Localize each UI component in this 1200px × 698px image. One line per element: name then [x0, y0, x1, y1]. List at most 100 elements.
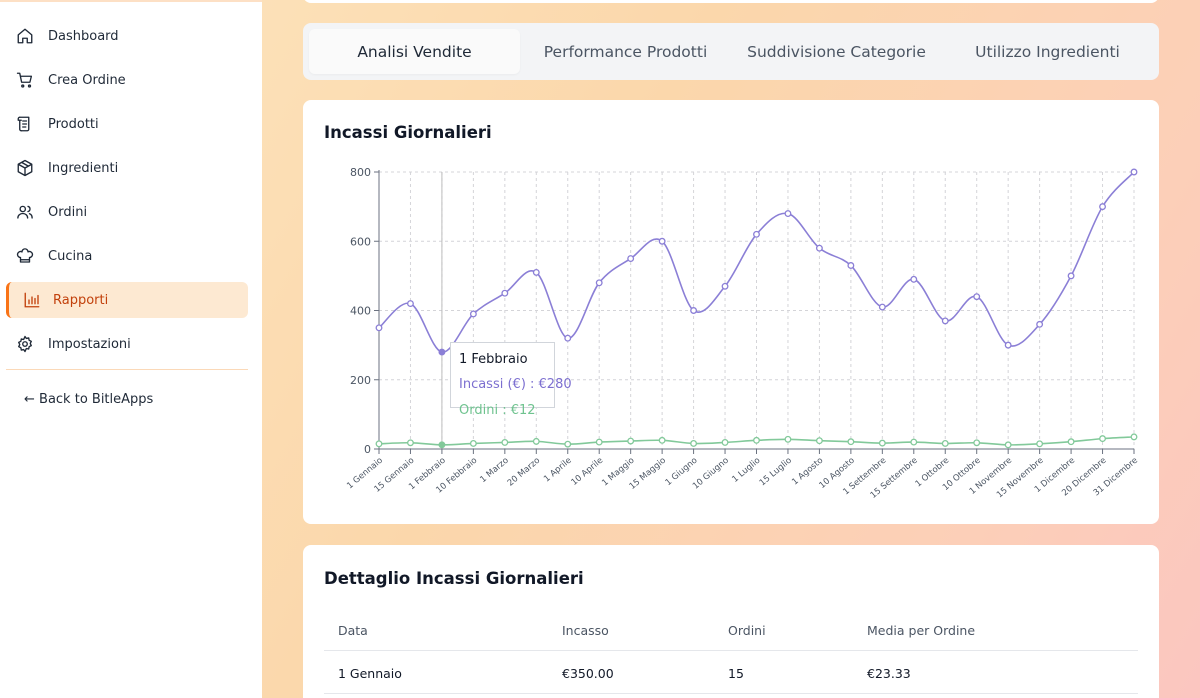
data-point: [1130, 168, 1138, 176]
data-point: [690, 307, 698, 314]
data-point: [690, 440, 698, 447]
col-header-data: Data: [338, 623, 368, 638]
col-header-ordini: Ordini: [728, 623, 766, 638]
x-tick-label: 15 Luglio: [758, 456, 794, 489]
cell-media: €23.33: [867, 666, 911, 681]
sidebar-item-ordini[interactable]: Ordini: [6, 194, 248, 230]
data-point: [469, 310, 477, 318]
sidebar-item-dashboard[interactable]: Dashboard: [6, 18, 248, 54]
back-to-bitleapps-link[interactable]: ← Back to BitleApps: [24, 392, 153, 407]
sidebar-item-label: Crea Ordine: [48, 72, 126, 88]
chart-card: Incassi Giornalieri 0 200 400 600 800 1 Genna…: [303, 100, 1159, 524]
data-point: [1067, 272, 1075, 280]
data-point: [1036, 320, 1044, 328]
data-point: [847, 262, 855, 269]
cart-icon: [16, 71, 34, 89]
data-point: [501, 438, 509, 446]
data-point: [784, 210, 792, 217]
data-point: [658, 436, 666, 444]
data-point: [973, 293, 981, 301]
data-point: [532, 268, 540, 276]
data-point: [721, 282, 729, 290]
data-point: [815, 437, 823, 445]
cell-ordini: 15: [728, 666, 744, 681]
table-header-row: Data Incasso Ordini Media per Ordine: [324, 609, 1138, 651]
data-point: [910, 438, 918, 446]
table-card: Dettaglio Incassi Giornalieri Data Incas…: [303, 545, 1159, 698]
data-point: [847, 438, 855, 446]
y-tick-label: 800: [350, 166, 371, 179]
sidebar-item-crea-ordine[interactable]: Crea Ordine: [6, 62, 248, 98]
data-point: [878, 439, 886, 447]
sidebar-divider: [6, 369, 248, 370]
tab-utilizzo-ingredienti[interactable]: Utilizzo Ingredienti: [942, 29, 1153, 74]
y-tick-label: 200: [350, 374, 371, 387]
data-point: [1004, 441, 1012, 449]
tab-analisi-vendite[interactable]: Analisi Vendite: [309, 29, 520, 74]
x-tick-label: 10 Aprile: [569, 456, 605, 488]
table-row: 1 Gennaio €350.00 15 €23.33: [324, 652, 1138, 694]
data-point: [1004, 341, 1012, 349]
data-point: [595, 438, 603, 446]
tooltip-incassi: Incassi (€) : €280: [459, 377, 572, 392]
sidebar-item-impostazioni[interactable]: Impostazioni: [6, 326, 248, 362]
chart-tooltip: 1 Febbraio Incassi (€) : €280 Ordini : €…: [450, 342, 572, 417]
tab-performance-prodotti[interactable]: Performance Prodotti: [520, 29, 731, 74]
data-point: [815, 244, 823, 252]
data-point: [1036, 440, 1044, 448]
data-point: [1067, 438, 1075, 446]
sidebar-item-label: Prodotti: [48, 116, 99, 132]
bar-chart-icon: [23, 291, 41, 309]
data-point: [784, 435, 792, 443]
cell-incasso: €350.00: [562, 666, 614, 681]
tab-suddivisione-categorie[interactable]: Suddivisione Categorie: [731, 29, 942, 74]
sidebar-item-label: Impostazioni: [48, 336, 131, 352]
data-point: [658, 237, 666, 245]
tooltip-ordini: Ordini : €12: [459, 403, 536, 418]
sidebar: Dashboard Crea Ordine Prodotti Ingredien…: [0, 0, 262, 698]
data-point: [753, 436, 760, 444]
data-point: [627, 437, 635, 445]
data-point: [438, 441, 446, 449]
table-title: Dettaglio Incassi Giornalieri: [324, 569, 584, 588]
chef-hat-icon: [16, 247, 34, 265]
sidebar-item-prodotti[interactable]: Prodotti: [6, 106, 248, 142]
sidebar-item-label: Ordini: [48, 204, 88, 220]
top-card-edge: [303, 0, 1159, 3]
tooltip-title: 1 Febbraio: [459, 352, 528, 367]
home-icon: [16, 27, 34, 45]
data-point: [973, 439, 981, 447]
data-point: [375, 440, 383, 448]
sidebar-item-label: Rapporti: [53, 292, 109, 308]
col-header-incasso: Incasso: [562, 623, 609, 638]
report-tabs: Analisi Vendite Performance Prodotti Sud…: [303, 23, 1159, 80]
data-point: [595, 279, 603, 287]
col-header-media: Media per Ordine: [867, 623, 976, 638]
sidebar-item-label: Cucina: [48, 248, 93, 264]
data-point: [941, 317, 949, 325]
sidebar-item-rapporti[interactable]: Rapporti: [6, 282, 248, 318]
data-point: [910, 275, 918, 283]
sidebar-item-ingredienti[interactable]: Ingredienti: [6, 150, 248, 186]
data-point: [564, 334, 572, 342]
data-point: [878, 303, 886, 311]
sidebar-item-cucina[interactable]: Cucina: [6, 238, 248, 274]
data-point: [627, 255, 635, 263]
sidebar-item-label: Dashboard: [48, 28, 119, 44]
data-point: [564, 440, 572, 448]
data-point: [1099, 435, 1106, 443]
package-icon: [16, 159, 34, 177]
data-point: [1099, 203, 1106, 211]
y-tick-label: 400: [350, 305, 371, 318]
data-point: [753, 230, 760, 238]
data-point: [407, 300, 414, 308]
users-icon: [16, 203, 34, 221]
data-point: [532, 437, 540, 445]
data-point: [941, 440, 949, 447]
scroll-icon: [16, 115, 34, 133]
data-point: [1130, 433, 1138, 441]
gear-icon: [16, 335, 34, 353]
y-tick-label: 0: [364, 443, 371, 456]
x-tick-label: 20 Marzo: [506, 456, 542, 489]
line-chart[interactable]: 02004006008001 Gennaio15 Gennaio1 Febbra…: [303, 100, 1159, 524]
